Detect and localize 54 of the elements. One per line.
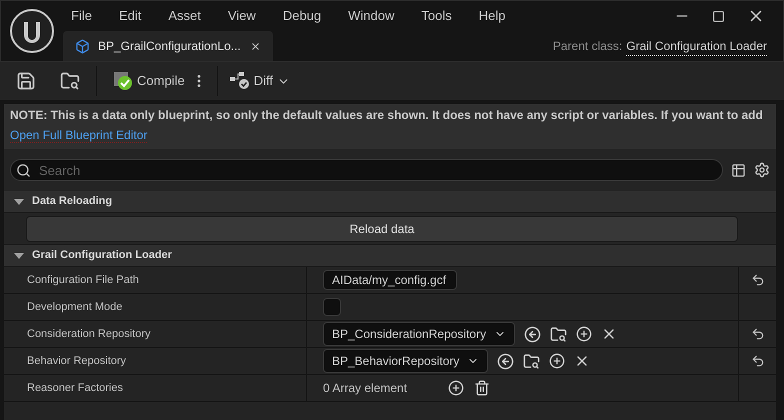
save-icon[interactable]	[16, 71, 36, 91]
parent-class-link[interactable]: Grail Configuration Loader	[626, 36, 767, 56]
reload-button[interactable]: Reload data	[26, 216, 738, 242]
browse-icon[interactable]	[550, 326, 568, 342]
reset-icon[interactable]	[750, 354, 764, 368]
section-header[interactable]: Grail Configuration Loader	[4, 245, 776, 267]
compile-icon	[113, 71, 133, 91]
maximize-icon[interactable]	[712, 10, 725, 22]
array-count: 0 Array element	[323, 380, 408, 397]
blueprint-icon	[75, 38, 90, 54]
menu-item[interactable]: Edit	[110, 6, 150, 26]
add-icon[interactable]	[576, 326, 592, 342]
search-field[interactable]: Search	[10, 159, 723, 181]
settings-icon[interactable]	[754, 162, 770, 178]
asset-dropdown[interactable]: BP_ConsiderationRepository	[323, 322, 516, 346]
menu-item[interactable]: Debug	[274, 6, 330, 26]
table-icon[interactable]	[731, 162, 746, 178]
section-header[interactable]: Data Reloading	[4, 191, 776, 213]
diff-icon	[230, 72, 250, 90]
menu-item[interactable]: Window	[340, 6, 402, 26]
use-selected-icon[interactable]	[497, 352, 514, 370]
trash-icon[interactable]	[474, 380, 490, 396]
property-label: Behavior Repository	[27, 354, 126, 369]
property-label: Reasoner Factories	[27, 380, 123, 396]
property-label: Consideration Repository	[27, 326, 151, 342]
compile-button[interactable]: Compile	[113, 71, 185, 91]
menu-item[interactable]: File	[63, 6, 100, 26]
open-editor-link[interactable]: Open Full Blueprint Editor	[10, 128, 148, 143]
asset-dropdown[interactable]: BP_BehaviorRepository	[323, 349, 488, 373]
browse-icon[interactable]	[523, 352, 540, 370]
add-icon[interactable]	[549, 353, 566, 369]
caret-icon	[14, 198, 24, 206]
property-label: Development Mode	[27, 300, 122, 315]
reset-icon[interactable]	[750, 273, 764, 287]
menu-item[interactable]: Tools	[413, 6, 460, 26]
tab-title: BP_GrailConfigurationLo...	[98, 38, 241, 55]
note-text: NOTE: This is a data only blueprint, so only the default values are shown. It does not have any script or variables. If you want to add	[10, 107, 764, 123]
text-field[interactable]: AIData/my_config.gcf	[323, 270, 457, 290]
document-tab[interactable]: BP_GrailConfigurationLo...	[63, 31, 273, 61]
add-icon[interactable]	[448, 380, 464, 396]
menu-item[interactable]: Asset	[160, 6, 209, 26]
caret-icon	[14, 252, 24, 260]
menu-item[interactable]: View	[220, 6, 264, 26]
menu-item[interactable]: Help	[470, 6, 514, 26]
parent-class-label: Parent class:	[552, 38, 622, 55]
logo-icon	[9, 8, 55, 54]
property-label: Configuration File Path	[27, 272, 139, 288]
checkbox[interactable]	[323, 298, 341, 316]
close-tab-icon[interactable]	[250, 40, 261, 52]
diff-button[interactable]: Diff	[230, 71, 290, 91]
use-selected-icon[interactable]	[524, 326, 542, 342]
browse-icon[interactable]	[60, 71, 80, 91]
reset-icon[interactable]	[750, 327, 764, 341]
search-icon	[16, 163, 31, 178]
